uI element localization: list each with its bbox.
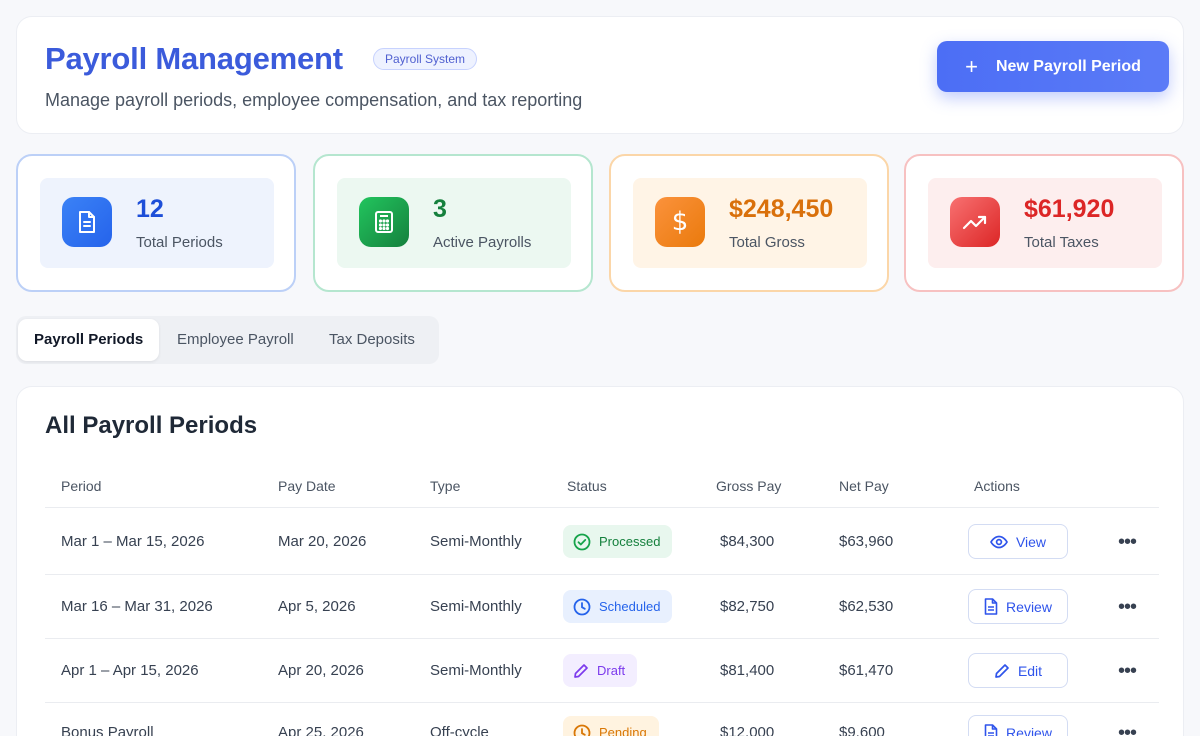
document-icon [62, 197, 112, 247]
status-label: Scheduled [599, 599, 661, 614]
column-header-net-pay: Net Pay [839, 478, 889, 494]
column-header-period: Period [61, 478, 102, 494]
stat-card-total-taxes: $61,920 Total Taxes [904, 154, 1184, 292]
review-button[interactable]: Review [968, 715, 1068, 736]
tab-bar: Payroll Periods Employee Payroll Tax Dep… [16, 316, 439, 364]
cell-type: Semi-Monthly [430, 598, 522, 615]
status-badge: Scheduled [563, 590, 673, 623]
review-button-label: Review [1006, 598, 1052, 615]
cell-pay-date: Apr 5, 2026 [278, 598, 356, 615]
cell-pay-date: Mar 20, 2026 [278, 533, 367, 550]
review-button[interactable]: Review [968, 589, 1068, 624]
column-header-pay-date: Pay Date [278, 478, 336, 494]
more-options-icon[interactable]: ••• [1113, 721, 1141, 736]
cell-type: Off-cycle [430, 724, 489, 736]
check-circle-icon [573, 533, 591, 551]
cell-pay-date: Apr 20, 2026 [278, 662, 364, 679]
trending-up-icon [950, 197, 1000, 247]
page-subtitle: Manage payroll periods, employee compens… [45, 90, 583, 110]
cell-gross-pay: $82,750 [720, 598, 775, 615]
status-badge: Processed [563, 525, 673, 558]
status-label: Pending [599, 725, 647, 736]
plus-icon: + [965, 53, 978, 79]
stat-card-active-payrolls: 3 Active Payrolls [313, 154, 593, 292]
cell-pay-date: Apr 25, 2026 [278, 724, 364, 736]
edit-button[interactable]: Edit [968, 653, 1068, 688]
eye-icon [989, 535, 1008, 549]
calculator-icon [359, 197, 409, 247]
stat-value: $248,450 [729, 195, 834, 223]
more-options-icon[interactable]: ••• [1113, 595, 1141, 619]
column-header-actions: Actions [974, 478, 1020, 494]
review-button-label: Review [1006, 724, 1052, 736]
clock-icon [573, 724, 591, 736]
pencil-icon [994, 663, 1010, 679]
stat-value: 12 [136, 195, 164, 223]
table-row: Mar 1 – Mar 15, 2026 Mar 20, 2026 Semi-M… [17, 510, 1185, 574]
cell-net-pay: $61,470 [839, 662, 894, 679]
view-button[interactable]: View [968, 524, 1068, 559]
column-header-status: Status [567, 478, 607, 494]
system-badge: Payroll System [373, 48, 478, 70]
cell-period: Apr 1 – Apr 15, 2026 [61, 662, 199, 679]
dollar-icon: $ [655, 197, 705, 247]
cell-period: Bonus Payroll [61, 724, 154, 736]
tab-tax-deposits[interactable]: Tax Deposits [329, 319, 415, 361]
new-payroll-period-button[interactable]: + New Payroll Period [937, 41, 1169, 92]
divider [45, 507, 1159, 508]
header-card: Payroll Management Payroll System Manage… [16, 16, 1184, 134]
status-label: Processed [599, 534, 661, 549]
page-title: Payroll Management [45, 41, 343, 76]
new-payroll-period-label: New Payroll Period [995, 57, 1141, 75]
column-header-gross-pay: Gross Pay [716, 478, 782, 494]
cell-period: Mar 1 – Mar 15, 2026 [61, 533, 205, 550]
more-options-icon[interactable]: ••• [1113, 659, 1141, 683]
edit-button-label: Edit [1017, 662, 1043, 679]
cell-net-pay: $9,600 [839, 724, 885, 736]
cell-gross-pay: $81,400 [720, 662, 775, 679]
status-badge: Pending [563, 716, 659, 736]
stat-label: Total Periods [136, 234, 223, 251]
cell-type: Semi-Monthly [430, 533, 522, 550]
stat-value: 3 [433, 195, 447, 223]
table-row: Bonus Payroll Apr 25, 2026 Off-cycle Pen… [17, 701, 1185, 736]
document-icon [984, 724, 998, 736]
cell-gross-pay: $12,000 [720, 724, 775, 736]
pencil-icon [573, 663, 589, 679]
document-icon [984, 598, 998, 615]
cell-gross-pay: $84,300 [720, 533, 775, 550]
stat-card-total-gross: $ $248,450 Total Gross [609, 154, 889, 292]
more-options-icon[interactable]: ••• [1113, 530, 1141, 554]
status-label: Draft [597, 663, 626, 678]
column-header-type: Type [430, 478, 461, 494]
cell-net-pay: $63,960 [839, 533, 894, 550]
stat-card-total-periods: 12 Total Periods [16, 154, 296, 292]
view-button-label: View [1015, 533, 1047, 550]
cell-period: Mar 16 – Mar 31, 2026 [61, 598, 213, 615]
table-row: Mar 16 – Mar 31, 2026 Apr 5, 2026 Semi-M… [17, 575, 1185, 639]
tab-employee-payroll[interactable]: Employee Payroll [177, 319, 294, 361]
stat-value: $61,920 [1024, 195, 1115, 223]
cell-net-pay: $62,530 [839, 598, 894, 615]
payroll-periods-table-card: All Payroll Periods Period Pay Date Type… [16, 386, 1184, 736]
cell-type: Semi-Monthly [430, 662, 522, 679]
table-row: Apr 1 – Apr 15, 2026 Apr 20, 2026 Semi-M… [17, 639, 1185, 703]
stat-label: Active Payrolls [433, 234, 532, 251]
tab-payroll-periods[interactable]: Payroll Periods [18, 319, 160, 361]
stat-label: Total Gross [729, 234, 805, 251]
stat-label: Total Taxes [1024, 234, 1099, 251]
table-title: All Payroll Periods [45, 412, 258, 439]
clock-icon [573, 598, 591, 616]
status-badge: Draft [563, 654, 638, 687]
